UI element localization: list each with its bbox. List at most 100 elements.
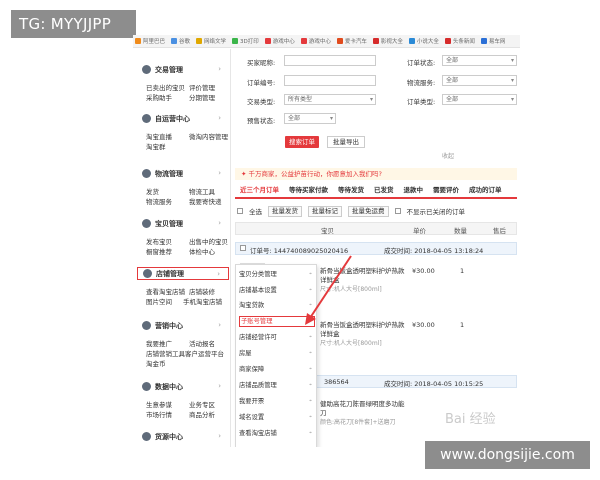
flyout-item[interactable]: 店铺经营许可 ⌖ — [239, 332, 315, 343]
sidebar-link[interactable]: 活动报名 — [189, 338, 215, 348]
flyout-item[interactable]: 我要开票 ⌖ — [239, 396, 315, 407]
order-checkbox[interactable] — [240, 245, 246, 251]
order-number: 386564 — [324, 378, 349, 386]
sidebar-link[interactable]: 评价管理 — [189, 82, 215, 92]
product-title-line2[interactable]: 详鲜盒 — [320, 328, 340, 338]
pin-icon[interactable]: ⌖ — [309, 285, 312, 296]
collapse-link[interactable]: 收起 — [442, 151, 454, 160]
sidebar-group-header[interactable]: 货源中心 › — [137, 430, 229, 443]
sidebar-link[interactable]: 分期管理 — [189, 92, 215, 102]
sidebar-link[interactable]: 客户运营平台 — [185, 348, 224, 358]
bookmark-item[interactable]: 小说大全 — [408, 37, 439, 45]
product-title[interactable]: 健助高花刀陈晋绿明度多功能 — [320, 398, 405, 408]
flyout-item[interactable]: 商家保障 ⌖ — [239, 364, 315, 375]
flyout-item[interactable]: 宝贝分类管理 ⌖ — [239, 269, 315, 280]
search-orders-button[interactable]: 搜索订单 — [285, 136, 319, 148]
tab-recent-three-months[interactable]: 近三个月订单 — [235, 183, 284, 197]
flyout-item[interactable]: 店铺基本设置 ⌖ — [239, 285, 315, 296]
notice-banner[interactable]: ✦ 千万商家，公益护苗行动，你愿意加入我们吗? — [235, 168, 517, 180]
bookmark-item[interactable]: 爱卡汽车 — [336, 37, 367, 45]
product-title-line2[interactable]: 刀 — [320, 407, 327, 417]
tab-awaiting-shipment[interactable]: 等待发货 — [333, 183, 369, 197]
bookmark-item[interactable]: 影视大全 — [372, 37, 403, 45]
sidebar-group-header[interactable]: 自运营中心 › — [137, 112, 229, 125]
sidebar-link[interactable]: 市场行情 — [146, 409, 172, 419]
pin-icon[interactable]: ⌖ — [309, 269, 312, 280]
pin-icon[interactable]: ⌖ — [309, 380, 312, 391]
sidebar-link[interactable]: 淘宝直播 — [146, 131, 172, 141]
select-all-checkbox[interactable] — [237, 208, 243, 214]
pin-icon[interactable]: ⌖ — [309, 428, 312, 439]
presale-status-select[interactable]: 全部 — [284, 113, 336, 124]
sidebar-link[interactable]: 手机淘宝店铺 — [183, 296, 222, 306]
sidebar-link[interactable]: 出售中的宝贝 — [189, 236, 228, 246]
sidebar-link[interactable]: 微淘内容管理 — [189, 131, 228, 141]
sidebar-link[interactable]: 业务专区 — [189, 399, 215, 409]
trade-type-select[interactable]: 所有类型 — [284, 94, 376, 105]
bookmark-item[interactable]: 易车网 — [480, 37, 505, 45]
batch-mark-button[interactable]: 批量标记 — [308, 205, 342, 217]
sidebar-link[interactable]: 物流工具 — [189, 186, 215, 196]
order-status-select[interactable]: 全部 — [442, 55, 517, 66]
sidebar-group-header[interactable]: 交易管理 › — [137, 63, 229, 76]
sidebar-link[interactable]: 图片空间 — [146, 296, 172, 306]
flyout-item[interactable]: 域名设置 ⌖ — [239, 412, 315, 423]
sidebar-link[interactable]: 已卖出的宝贝 — [146, 82, 185, 92]
order-no-input[interactable] — [284, 75, 376, 86]
bookmark-item[interactable]: 头条新闻 — [444, 37, 475, 45]
sidebar-link[interactable]: 淘金币 — [146, 358, 166, 368]
pin-icon[interactable]: ⌖ — [309, 300, 312, 311]
sidebar-group-header-shop[interactable]: 店铺管理 › — [137, 267, 229, 280]
pin-icon[interactable]: ⌖ — [308, 317, 311, 326]
batch-export-button[interactable]: 批量导出 — [327, 136, 365, 148]
sidebar-link[interactable]: 体检中心 — [189, 246, 215, 256]
pin-icon[interactable]: ⌖ — [309, 412, 312, 423]
sidebar-link[interactable]: 发货 — [146, 186, 159, 196]
sidebar-link[interactable]: 橱窗推荐 — [146, 246, 172, 256]
product-title-line2[interactable]: 详鲜盒 — [320, 274, 340, 284]
sidebar-link[interactable]: 店铺营销工具 — [146, 348, 185, 358]
order-type-select[interactable]: 全部 — [442, 94, 517, 105]
bookmark-item[interactable]: 阿里巴巴 — [135, 37, 165, 45]
pin-icon[interactable]: ⌖ — [309, 396, 312, 407]
bookmark-item[interactable]: 谷歌 — [171, 37, 190, 45]
sidebar-link[interactable]: 我要寄快递 — [189, 196, 222, 206]
batch-free-shipping-button[interactable]: 批量免运费 — [348, 205, 389, 217]
tab-awaiting-payment[interactable]: 等待买家付款 — [284, 183, 333, 197]
tab-successful[interactable]: 成功的订单 — [464, 183, 507, 197]
bookmark-item[interactable]: 3D打印 — [232, 37, 259, 45]
footer-url: www.dongsijie.com — [425, 441, 590, 469]
tab-refunding[interactable]: 退款中 — [399, 183, 429, 197]
buyer-nick-input[interactable] — [284, 55, 376, 66]
hide-closed-checkbox[interactable] — [394, 208, 401, 214]
sidebar-link[interactable]: 物流服务 — [146, 196, 172, 206]
tab-shipped[interactable]: 已发货 — [369, 183, 399, 197]
flyout-item[interactable]: 淘宝贷款 ⌖ — [239, 300, 315, 311]
flyout-item[interactable]: 房屋 ⌖ — [239, 348, 315, 359]
bookmark-item[interactable]: 网络文学 — [196, 37, 226, 45]
batch-ship-button[interactable]: 批量发货 — [268, 205, 302, 217]
sidebar-link[interactable]: 采购助手 — [146, 92, 172, 102]
pin-icon[interactable]: ⌖ — [309, 332, 312, 343]
chevron-right-icon: › — [218, 432, 221, 440]
pin-icon[interactable]: ⌖ — [309, 348, 312, 359]
sidebar-link[interactable]: 生意参谋 — [146, 399, 172, 409]
sidebar-link[interactable]: 商品分析 — [189, 409, 215, 419]
flyout-item[interactable]: 店铺品质管理 ⌖ — [239, 380, 315, 391]
pin-icon[interactable]: ⌖ — [309, 364, 312, 375]
sidebar-group-header[interactable]: 宝贝管理 › — [137, 217, 229, 230]
sidebar-link[interactable]: 发布宝贝 — [146, 236, 172, 246]
tab-needs-review[interactable]: 需要评价 — [428, 183, 464, 197]
flyout-item[interactable]: 查看淘宝店铺 ⌖ — [239, 428, 315, 439]
sidebar-group-header[interactable]: 物流管理 › — [137, 167, 229, 180]
logistics-service-select[interactable]: 全部 — [442, 75, 517, 86]
sidebar-link[interactable]: 我要推广 — [146, 338, 172, 348]
sidebar-group-header[interactable]: 数据中心 › — [137, 380, 229, 393]
sidebar-group-header[interactable]: 营销中心 › — [137, 319, 229, 332]
sidebar-link[interactable]: 店铺装修 — [189, 286, 215, 296]
bookmark-item[interactable]: 游戏中心 — [264, 37, 295, 45]
bookmark-item[interactable]: 游戏中心 — [300, 37, 331, 45]
sidebar-link[interactable]: 查看淘宝店铺 — [146, 286, 185, 296]
flyout-item-sub-account[interactable]: 子账号管理 ⌖ — [239, 316, 315, 327]
sidebar-link[interactable]: 淘宝群 — [146, 141, 166, 151]
